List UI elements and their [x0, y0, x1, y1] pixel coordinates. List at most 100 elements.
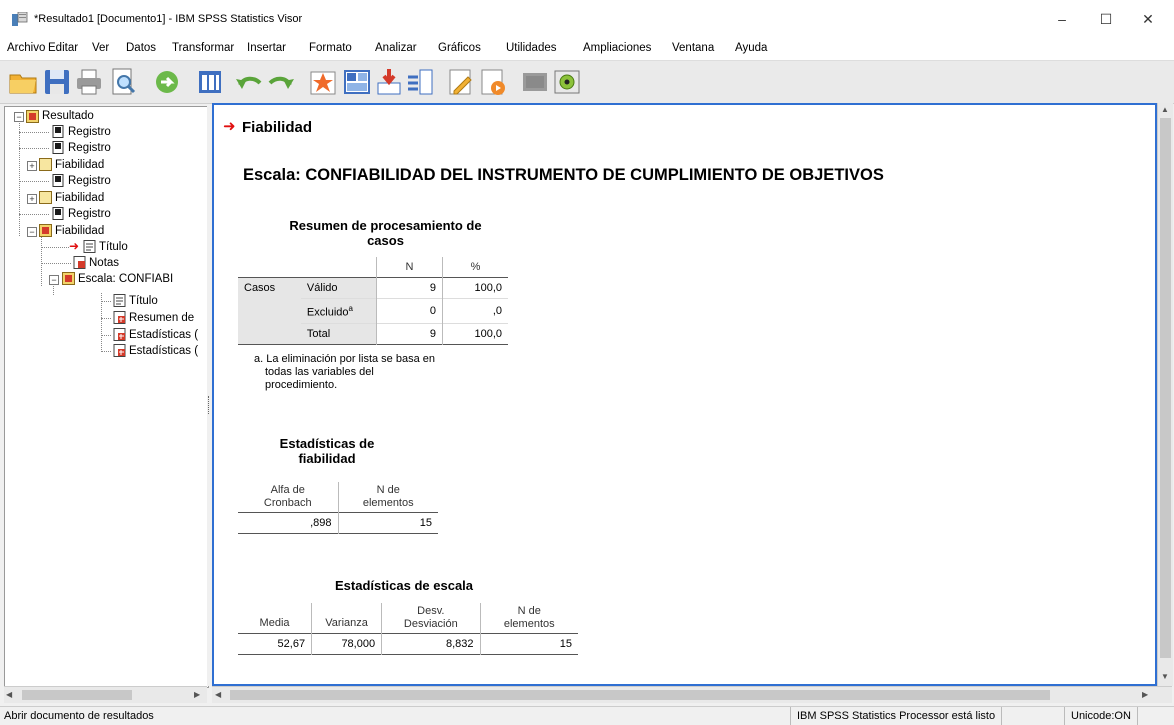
- menu-datos[interactable]: Datos: [126, 42, 156, 54]
- tree-item-escala[interactable]: Escala: CONFIABI: [78, 271, 173, 287]
- title-bar: *Resultado1 [Documento1] - IBM SPSS Stat…: [0, 0, 1174, 38]
- tree-item-resultado[interactable]: Resultado: [42, 108, 94, 124]
- scroll-down-icon[interactable]: ▼: [1160, 672, 1170, 682]
- reliability-table[interactable]: Alfa de Cronbach N de elementos ,898 15: [238, 482, 438, 534]
- notes-icon: [73, 256, 86, 269]
- outline-pane[interactable]: − Resultado Registro Registro + Fiabilid…: [4, 106, 209, 688]
- cell-value: 8,832: [381, 633, 481, 655]
- title-icon: [83, 240, 96, 253]
- goto-case-icon[interactable]: [308, 67, 338, 97]
- open-icon[interactable]: [8, 67, 38, 97]
- menu-formato[interactable]: Formato: [309, 42, 352, 54]
- vertical-scrollbar[interactable]: ▲ ▼: [1157, 103, 1173, 686]
- goto-variable-icon[interactable]: [342, 67, 372, 97]
- cell-value: 9: [376, 277, 443, 299]
- tree-item-titulo[interactable]: Título: [129, 293, 158, 309]
- menu-editar[interactable]: Editar: [48, 42, 78, 54]
- folder-open-icon: [39, 224, 52, 237]
- menu-graficos[interactable]: Gráficos: [438, 42, 481, 54]
- menu-archivo[interactable]: Archivo: [7, 42, 45, 54]
- reliability-title[interactable]: Estadísticas de fiabilidad: [252, 436, 402, 466]
- print-icon[interactable]: [74, 67, 104, 97]
- minimize-button[interactable]: –: [1042, 6, 1082, 32]
- column-header: N de elementos: [479, 603, 578, 634]
- print-preview-icon[interactable]: [108, 67, 138, 97]
- scroll-thumb[interactable]: [1160, 118, 1171, 658]
- scroll-up-icon[interactable]: ▲: [1160, 105, 1170, 115]
- case-summary-table[interactable]: N % Casos Válido 9 100,0 Excluidoa 0 ,0 …: [238, 257, 508, 345]
- tree-item-fiabilidad[interactable]: Fiabilidad: [55, 223, 104, 239]
- save-icon[interactable]: [42, 67, 72, 97]
- tree-item-registro[interactable]: Registro: [68, 124, 111, 140]
- spss-app-icon[interactable]: [12, 12, 28, 26]
- folder-closed-icon: [39, 158, 52, 171]
- collapse-toggle[interactable]: −: [49, 275, 59, 285]
- scroll-left-icon[interactable]: ◀: [6, 690, 12, 699]
- expand-toggle[interactable]: +: [27, 161, 37, 171]
- status-bar: Abrir documento de resultados IBM SPSS S…: [0, 706, 1174, 725]
- content-horizontal-scrollbar[interactable]: ◀ ▶: [212, 686, 1172, 703]
- scale-stats-title[interactable]: Estadísticas de escala: [304, 578, 504, 593]
- menu-utilidades[interactable]: Utilidades: [506, 42, 557, 54]
- row-group-header: Casos: [238, 277, 301, 345]
- menu-ventana[interactable]: Ventana: [672, 42, 714, 54]
- close-button[interactable]: ✕: [1128, 6, 1168, 32]
- scroll-right-icon[interactable]: ▶: [194, 690, 200, 699]
- scroll-thumb[interactable]: [230, 690, 1050, 700]
- menu-ver[interactable]: Ver: [92, 42, 109, 54]
- undo-icon[interactable]: [234, 67, 264, 97]
- tree-item-estadisticas[interactable]: Estadísticas (: [129, 327, 198, 343]
- menu-insertar[interactable]: Insertar: [247, 42, 286, 54]
- menu-ampliaciones[interactable]: Ampliaciones: [583, 42, 651, 54]
- scale-stats-table[interactable]: Media Varianza Desv. Desviación N de eleme…: [238, 603, 578, 655]
- case-summary-title[interactable]: Resumen de procesamiento de casos: [238, 218, 533, 248]
- table-footnote: a. La eliminación por lista se basa en t…: [254, 353, 435, 391]
- scroll-right-icon[interactable]: ▶: [1142, 690, 1148, 699]
- cell-value: 100,0: [442, 323, 508, 345]
- add-output-icon[interactable]: [552, 67, 582, 97]
- insert-variable-icon[interactable]: [406, 67, 436, 97]
- outline-horizontal-scrollbar[interactable]: ◀ ▶: [4, 686, 207, 703]
- collapse-toggle[interactable]: −: [27, 227, 37, 237]
- tree-item-titulo[interactable]: Título: [99, 239, 128, 255]
- menu-transformar[interactable]: Transformar: [172, 42, 234, 54]
- tree-item-registro[interactable]: Registro: [68, 206, 111, 222]
- cell-value: 78,000: [311, 633, 382, 655]
- scale-title[interactable]: Escala: CONFIABILIDAD DEL INSTRUMENTO DE…: [243, 166, 884, 185]
- folder-open-icon: [62, 272, 75, 285]
- content-pane[interactable]: ➜ Fiabilidad Escala: CONFIABILIDAD DEL I…: [212, 103, 1157, 686]
- folder-closed-icon: [39, 191, 52, 204]
- goto-data-icon[interactable]: [196, 67, 226, 97]
- tree-item-estadisticas[interactable]: Estadísticas (: [129, 343, 198, 359]
- procedure-heading[interactable]: Fiabilidad: [242, 119, 312, 136]
- script-icon[interactable]: [478, 67, 508, 97]
- designate-window-icon[interactable]: [446, 67, 476, 97]
- tree-item-fiabilidad[interactable]: Fiabilidad: [55, 190, 104, 206]
- menu-ayuda[interactable]: Ayuda: [735, 42, 767, 54]
- redo-icon[interactable]: [266, 67, 296, 97]
- export-icon[interactable]: [152, 67, 182, 97]
- column-header: Alfa de Cronbach: [263, 484, 312, 509]
- maximize-button[interactable]: ☐: [1086, 6, 1126, 32]
- tree-item-resumen[interactable]: Resumen de: [129, 310, 194, 326]
- table-row: ,898 15: [238, 512, 438, 534]
- collapse-toggle[interactable]: −: [14, 112, 24, 122]
- scroll-thumb[interactable]: [22, 690, 132, 700]
- tree-item-registro[interactable]: Registro: [68, 140, 111, 156]
- unicode-status: Unicode:ON: [1064, 707, 1138, 725]
- column-header: Desv. Desviación: [381, 603, 481, 634]
- tree-item-notas[interactable]: Notas: [89, 255, 119, 271]
- processor-status: IBM SPSS Statistics Processor está listo: [790, 707, 1003, 725]
- menu-analizar[interactable]: Analizar: [375, 42, 417, 54]
- column-header: Varianza: [311, 603, 382, 634]
- cell-value: 15: [479, 633, 578, 655]
- row-header: Válido: [300, 277, 377, 299]
- window-title: *Resultado1 [Documento1] - IBM SPSS Stat…: [34, 13, 303, 25]
- tree-item-fiabilidad[interactable]: Fiabilidad: [55, 157, 104, 173]
- tree-item-registro[interactable]: Registro: [68, 173, 111, 189]
- expand-toggle[interactable]: +: [27, 194, 37, 204]
- disabled-icon[interactable]: [520, 67, 550, 97]
- toolbar: [0, 61, 1174, 104]
- insert-cases-icon[interactable]: [374, 67, 404, 97]
- scroll-left-icon[interactable]: ◀: [215, 690, 221, 699]
